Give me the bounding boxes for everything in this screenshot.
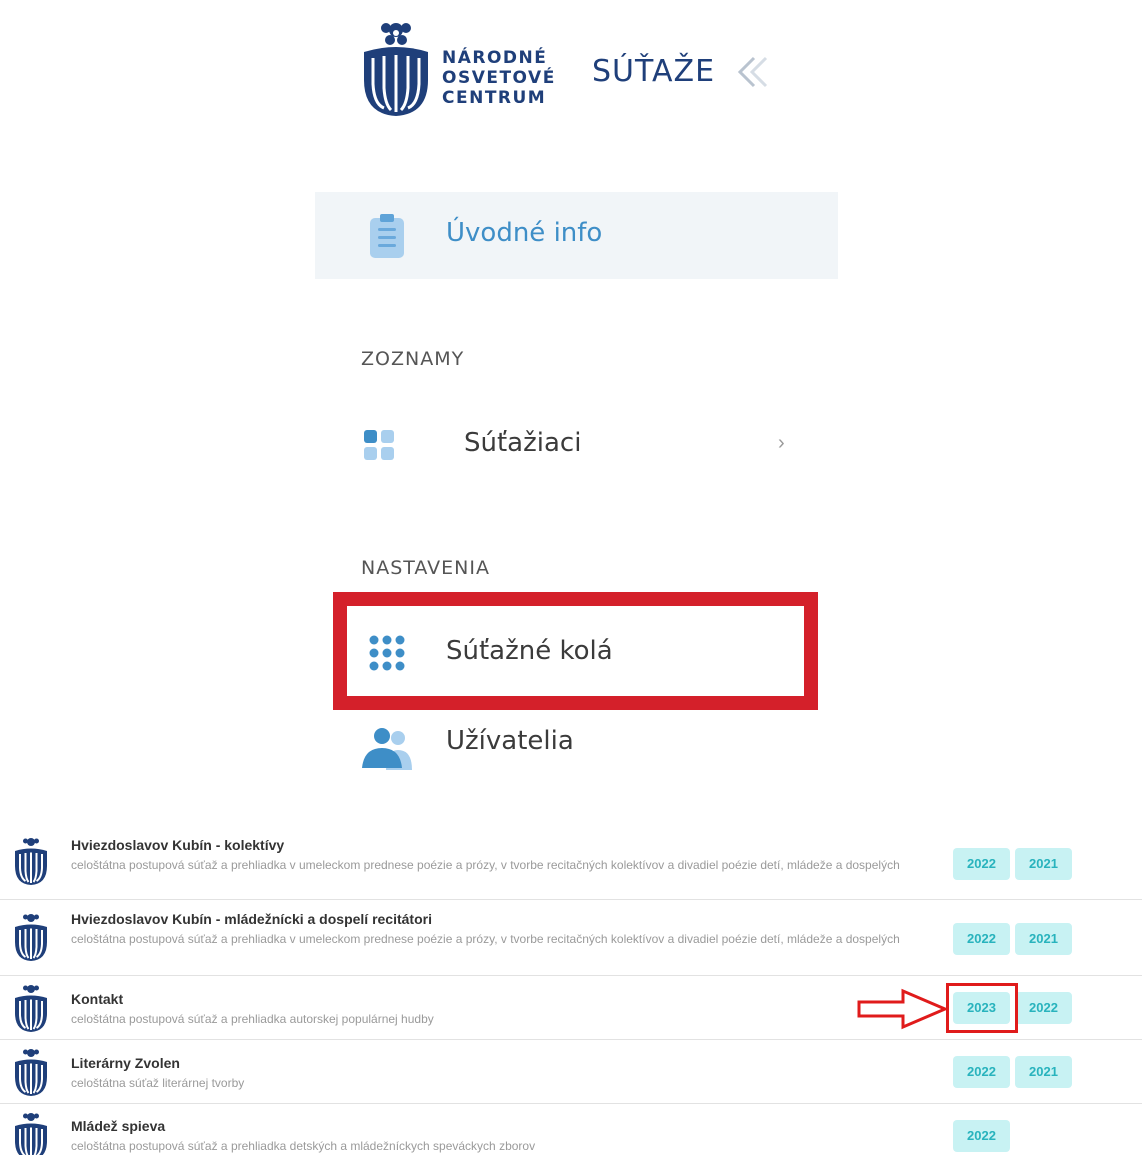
brand-header: NÁRODNÉ OSVETOVÉ CENTRUM SÚŤAŽE	[360, 18, 780, 128]
year-button-2021[interactable]: 2021	[1015, 848, 1072, 880]
organization-name: NÁRODNÉ OSVETOVÉ CENTRUM	[442, 48, 556, 108]
org-line-2: OSVETOVÉ	[442, 68, 556, 88]
year-button-2021[interactable]: 2021	[1015, 1056, 1072, 1088]
nos-logo-icon	[15, 838, 47, 885]
section-title-nastavenia: NASTAVENIA	[361, 557, 491, 579]
app-title: SÚŤAŽE	[592, 54, 716, 89]
nos-logo-icon	[15, 914, 47, 961]
competition-title[interactable]: Kontakt	[71, 991, 123, 1007]
competition-title[interactable]: Hviezdoslavov Kubín - mládežnícki a dosp…	[71, 911, 432, 927]
sidebar-item-label: Užívatelia	[446, 726, 574, 756]
year-button-2021[interactable]: 2021	[1015, 923, 1072, 955]
year-button-2022[interactable]: 2022	[953, 1056, 1010, 1088]
grid-squares-icon	[364, 430, 394, 460]
annotation-highlight-box	[946, 983, 1018, 1033]
competition-title[interactable]: Mládež spieva	[71, 1118, 165, 1134]
users-icon	[362, 728, 412, 770]
sidebar-item-label: Súťažiaci	[464, 428, 582, 458]
competition-title[interactable]: Literárny Zvolen	[71, 1055, 180, 1071]
annotation-arrow-icon	[857, 988, 949, 1030]
nos-logo-icon	[15, 1049, 47, 1096]
year-button-2022[interactable]: 2022	[1015, 992, 1072, 1024]
competition-description: celoštátna postupová súťaž a prehliadka …	[71, 932, 900, 946]
competition-row: Literárny Zvolen celoštátna súťaž literá…	[0, 1040, 1142, 1104]
competition-row: Hviezdoslavov Kubín - kolektívy celoštát…	[0, 826, 1142, 900]
competition-description: celoštátna postupová súťaž a prehliadka …	[71, 1012, 434, 1026]
org-line-1: NÁRODNÉ	[442, 48, 548, 68]
sidebar-item-label: Úvodné info	[446, 218, 603, 248]
sidebar-item-uzivatelia[interactable]: Užívatelia	[360, 718, 780, 774]
competition-description: celoštátna postupová súťaž a prehliadka …	[71, 858, 900, 872]
nos-logo-icon	[15, 985, 47, 1032]
dots-grid-icon	[369, 635, 405, 671]
nos-logo-icon	[15, 1113, 47, 1155]
competition-description: celoštátna súťaž literárnej tvorby	[71, 1076, 245, 1090]
year-button-2022[interactable]: 2022	[953, 1120, 1010, 1152]
competition-description: celoštátna postupová súťaž a prehliadka …	[71, 1139, 536, 1153]
competition-title[interactable]: Hviezdoslavov Kubín - kolektívy	[71, 837, 284, 853]
sidebar-item-uvodne-info[interactable]: Úvodné info	[315, 192, 838, 279]
year-button-2022[interactable]: 2022	[953, 923, 1010, 955]
nos-logo-icon	[364, 23, 428, 116]
clipboard-icon	[370, 214, 404, 258]
double-chevron-left-icon[interactable]	[734, 54, 774, 90]
sidebar-item-sutaziaci[interactable]: Súťažiaci ›	[360, 418, 800, 472]
sidebar-item-sutazne-kola[interactable]: Súťažné kolá	[360, 624, 780, 684]
chevron-right-icon: ›	[778, 432, 785, 454]
competition-row: Mládež spieva celoštátna postupová súťaž…	[0, 1104, 1142, 1155]
competition-row: Hviezdoslavov Kubín - mládežnícki a dosp…	[0, 900, 1142, 976]
sidebar-item-label: Súťažné kolá	[446, 636, 613, 666]
section-title-zoznamy: ZOZNAMY	[361, 348, 465, 370]
org-line-3: CENTRUM	[442, 88, 547, 108]
year-button-2022[interactable]: 2022	[953, 848, 1010, 880]
